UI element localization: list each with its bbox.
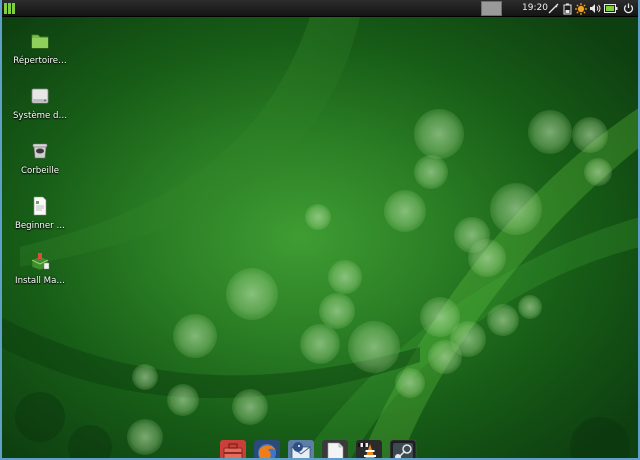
desktop-icon-install[interactable]: Install Ma… — [4, 250, 76, 298]
battery-monitor-icon[interactable] — [561, 2, 573, 15]
volume-icon[interactable] — [589, 2, 601, 15]
toolbox-icon[interactable] — [219, 439, 247, 460]
drive-icon — [31, 88, 49, 104]
desktop-icon-label: Répertoire… — [13, 56, 67, 66]
desktop-icon-systeme[interactable]: Système d… — [4, 85, 76, 133]
desktop-icon-label: Système d… — [12, 111, 68, 121]
desktop-icon-label: Beginner … — [14, 221, 66, 231]
blank-document-icon[interactable] — [321, 439, 349, 460]
dock — [214, 438, 426, 460]
power-icon[interactable] — [622, 2, 634, 15]
thunderbird-icon[interactable] — [287, 439, 315, 460]
window-list-button[interactable] — [481, 1, 502, 16]
desktop-icon-beginner[interactable]: Beginner … — [4, 195, 76, 243]
desktop-wallpaper: Répertoire… Système d… Corbeille Beginne… — [0, 17, 640, 460]
desktop-icon-repertoire[interactable]: Répertoire… — [4, 30, 76, 78]
folder-icon — [31, 34, 49, 49]
battery-icon[interactable] — [604, 2, 618, 15]
trash-icon — [32, 143, 48, 159]
installer-icon — [31, 253, 50, 271]
document-icon — [33, 196, 47, 216]
top-panel: 19:20 — [0, 0, 640, 17]
update-sun-icon[interactable] — [575, 2, 587, 15]
vlc-icon[interactable] — [355, 439, 383, 460]
desktop-menu-icon[interactable] — [4, 2, 16, 15]
desktop-icon-label: Install Ma… — [15, 276, 65, 286]
wallpaper-graphic — [0, 17, 640, 460]
firefox-icon[interactable] — [253, 439, 281, 460]
desktop-icon-corbeille[interactable]: Corbeille — [4, 140, 76, 188]
pen-tool-icon[interactable] — [547, 2, 559, 15]
steam-icon[interactable] — [389, 439, 417, 460]
desktop-icon-label: Corbeille — [21, 166, 59, 176]
clock[interactable]: 19:20 — [522, 2, 548, 15]
